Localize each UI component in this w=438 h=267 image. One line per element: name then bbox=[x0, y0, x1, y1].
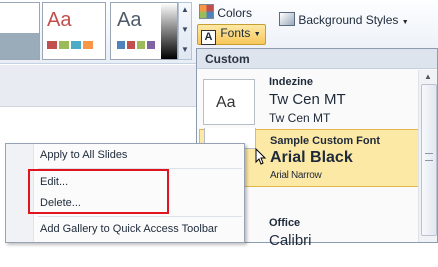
fonts-menu-scrollbar[interactable]: ▲ bbox=[418, 70, 437, 242]
chevron-down-icon: ▼ bbox=[401, 19, 409, 26]
font-item-indezine[interactable]: Aa Indezine Tw Cen MT Tw Cen MT bbox=[199, 71, 418, 127]
gallery-more-icon[interactable]: ▼ bbox=[179, 43, 191, 57]
font-heading-name: Calibri bbox=[269, 232, 312, 249]
theme-thumbnail-3[interactable]: Aa bbox=[110, 2, 178, 60]
mouse-cursor-icon bbox=[255, 147, 267, 166]
fonts-label: Fonts bbox=[220, 26, 251, 40]
fonts-menu-header: Custom bbox=[197, 49, 437, 69]
apply-to-all-slides-item[interactable]: Apply to All Slides bbox=[40, 149, 127, 161]
theme-sample-text: Aa bbox=[47, 9, 72, 31]
scroll-up-icon[interactable]: ▲ bbox=[179, 3, 191, 17]
scroll-up-icon[interactable]: ▲ bbox=[424, 72, 432, 81]
font-theme-name: Sample Custom Font bbox=[270, 135, 381, 147]
gallery-scrollbar[interactable]: ▲ ▼ ▼ bbox=[178, 2, 192, 60]
scrollbar-thumb[interactable] bbox=[421, 84, 437, 236]
chevron-down-icon: ▼ bbox=[253, 31, 261, 38]
background-styles-label: Background Styles bbox=[298, 13, 399, 27]
highlight-annotation-box bbox=[28, 169, 169, 214]
add-gallery-to-qat-item[interactable]: Add Gallery to Quick Access Toolbar bbox=[40, 223, 218, 235]
scroll-down-icon[interactable]: ▼ bbox=[179, 23, 191, 37]
background-styles-button[interactable]: Background Styles ▼ bbox=[279, 12, 409, 30]
colors-button[interactable]: Colors ▼ bbox=[199, 4, 259, 33]
font-heading-name: Tw Cen MT bbox=[269, 91, 346, 108]
font-theme-name: Office bbox=[269, 217, 301, 229]
fonts-icon: A bbox=[201, 30, 216, 45]
colors-icon bbox=[199, 4, 214, 19]
font-preview-icon: Aa bbox=[203, 79, 255, 125]
font-heading-name: Arial Black bbox=[270, 149, 353, 166]
theme-thumbnail-1[interactable] bbox=[0, 2, 40, 60]
theme-sample-text: Aa bbox=[117, 9, 142, 31]
font-body-name: Tw Cen MT bbox=[269, 111, 331, 125]
grip-icon bbox=[425, 153, 433, 161]
font-body-name: Arial Narrow bbox=[270, 170, 322, 181]
colors-label: Colors bbox=[217, 6, 253, 20]
fonts-button[interactable]: A Fonts ▼ bbox=[197, 24, 266, 45]
menu-separator bbox=[38, 216, 242, 217]
background-styles-icon bbox=[279, 12, 295, 26]
theme-thumbnail-2[interactable]: Aa bbox=[42, 2, 106, 60]
font-theme-name: Indezine bbox=[269, 76, 314, 88]
